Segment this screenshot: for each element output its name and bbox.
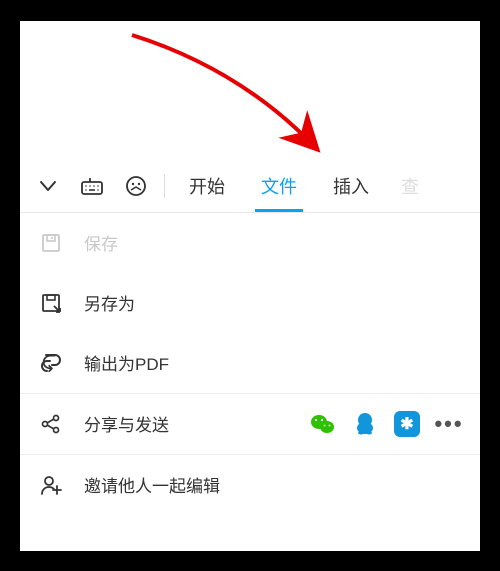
tab-cutoff[interactable]: 查 (387, 160, 425, 212)
pdf-icon (38, 350, 64, 376)
tab-file[interactable]: 文件 (243, 160, 315, 212)
menu-save: 保存 (20, 213, 480, 273)
save-as-icon (38, 290, 64, 316)
star-app-icon[interactable]: ✱ (394, 411, 420, 437)
red-arrow-annotation (120, 29, 350, 169)
app-frame: 开始 文件 插入 查 保存 另存为 输出为PDF (20, 21, 480, 551)
save-icon (38, 230, 64, 256)
assistant-button[interactable] (114, 160, 158, 212)
menu-save-as-label: 另存为 (84, 290, 135, 315)
annotation-area (20, 21, 480, 161)
chevron-down-icon (38, 176, 58, 196)
menu-share-label: 分享与发送 (84, 411, 169, 436)
tab-insert[interactable]: 插入 (315, 160, 387, 212)
assistant-icon (125, 175, 147, 197)
tab-bar: 开始 文件 插入 查 (20, 161, 480, 213)
menu-share[interactable]: 分享与发送 ✱ ••• (20, 394, 480, 454)
menu-save-as[interactable]: 另存为 (20, 273, 480, 333)
collapse-button[interactable] (26, 160, 70, 212)
keyboard-icon (80, 176, 104, 196)
menu-save-label: 保存 (84, 230, 118, 255)
share-targets: ✱ ••• (310, 411, 462, 437)
more-icon[interactable]: ••• (436, 411, 462, 437)
tab-start[interactable]: 开始 (171, 160, 243, 212)
menu-export-pdf[interactable]: 输出为PDF (20, 333, 480, 393)
menu-invite[interactable]: 邀请他人一起编辑 (20, 455, 480, 515)
invite-icon (38, 472, 64, 498)
wechat-icon[interactable] (310, 411, 336, 437)
menu-invite-label: 邀请他人一起编辑 (84, 472, 220, 497)
toolbar-divider (164, 174, 165, 198)
share-icon (38, 411, 64, 437)
menu-export-pdf-label: 输出为PDF (84, 350, 169, 375)
keyboard-button[interactable] (70, 160, 114, 212)
file-menu: 保存 另存为 输出为PDF 分享与发送 (20, 213, 480, 515)
qq-icon[interactable] (352, 411, 378, 437)
